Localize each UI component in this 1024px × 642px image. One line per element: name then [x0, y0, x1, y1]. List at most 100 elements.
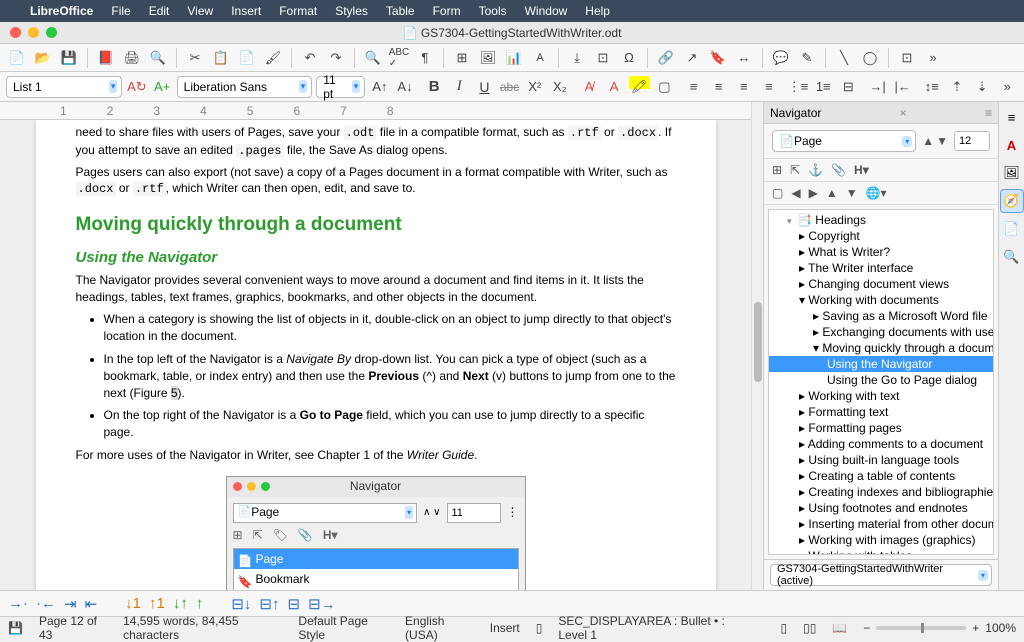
copy-icon[interactable]: 📋 [210, 47, 232, 69]
italic-button[interactable]: I [449, 76, 470, 98]
content-view-icon[interactable]: ⊞ [772, 163, 782, 177]
menu-view[interactable]: View [187, 4, 213, 18]
menu-help[interactable]: Help [585, 4, 610, 18]
comment-icon[interactable]: 💬 [770, 47, 792, 69]
document-page[interactable]: need to share files with users of Pages,… [36, 120, 716, 590]
tree-node[interactable]: ▸ Creating a table of contents [769, 468, 993, 484]
zoom-slider[interactable] [876, 626, 966, 630]
bullet-down-icon[interactable]: ↓↑ [173, 595, 188, 612]
menu-tools[interactable]: Tools [479, 4, 507, 18]
numbering-icon[interactable]: 1≡ [813, 76, 834, 98]
indent-inc-icon[interactable]: →| [867, 76, 888, 98]
align-justify-icon[interactable]: ≡ [758, 76, 779, 98]
scrollbar[interactable] [751, 102, 763, 590]
promote-chapter-icon[interactable]: ◀ [791, 186, 800, 200]
status-insert[interactable]: Insert [490, 621, 520, 635]
tree-node[interactable]: ▸ Using footnotes and endnotes [769, 500, 993, 516]
status-page[interactable]: Page 12 of 43 [39, 614, 107, 642]
zoom-out-icon[interactable]: − [863, 621, 870, 635]
line-icon[interactable]: ╲ [833, 47, 855, 69]
panel-menu-icon[interactable]: ≡ [979, 106, 992, 120]
nav-next-icon[interactable]: ▼ [936, 134, 948, 148]
reminder-icon[interactable]: 📎 [831, 163, 846, 177]
redo-icon[interactable]: ↷ [325, 47, 347, 69]
char-bg-icon[interactable]: ▢ [654, 76, 675, 98]
clear-format-icon[interactable]: A̸ [578, 76, 599, 98]
tree-node[interactable]: ▸ Adding comments to a document [769, 436, 993, 452]
horizontal-ruler[interactable]: 12345678 [0, 102, 751, 120]
insert-field-icon[interactable]: ⊡ [592, 47, 614, 69]
tree-node[interactable]: ▸ Changing document views [769, 276, 993, 292]
new-icon[interactable]: 📄 [6, 47, 28, 69]
clone-format-icon[interactable]: 🖌 [262, 47, 284, 69]
line-spacing-icon[interactable]: ↕≡ [921, 76, 942, 98]
panel-close-icon[interactable]: × [894, 106, 907, 120]
app-name[interactable]: LibreOffice [30, 4, 93, 18]
indent-dec-icon[interactable]: |← [892, 76, 913, 98]
superscript-button[interactable]: X² [524, 76, 545, 98]
highlight-icon[interactable]: 🖍 [629, 76, 650, 98]
tree-node[interactable]: Using the Navigator [769, 356, 993, 372]
shapes-icon[interactable]: ◯ [859, 47, 881, 69]
special-char-icon[interactable]: Ω [618, 47, 640, 69]
cut-icon[interactable]: ✂ [184, 47, 206, 69]
underline-button[interactable]: U [474, 76, 495, 98]
align-center-icon[interactable]: ≡ [708, 76, 729, 98]
move-item-up-icon[interactable]: ⊟↑ [259, 595, 279, 613]
tree-node[interactable]: ▸ Working with tables [769, 548, 993, 555]
menu-insert[interactable]: Insert [231, 4, 261, 18]
status-words[interactable]: 14,595 words, 84,455 characters [123, 614, 282, 642]
menu-file[interactable]: File [111, 4, 130, 18]
tab-gallery[interactable]: 🖼 [1001, 162, 1023, 184]
bullets-icon[interactable]: ⋮≡ [788, 76, 809, 98]
open-icon[interactable]: 📂 [32, 47, 54, 69]
tab-properties[interactable]: ≡ [1001, 106, 1023, 128]
anchor-icon[interactable]: ⚓ [808, 163, 823, 177]
hyperlink-icon[interactable]: 🔗 [655, 47, 677, 69]
align-right-icon[interactable]: ≡ [733, 76, 754, 98]
tree-node[interactable]: ▾ Moving quickly through a documen [769, 340, 993, 356]
menu-table[interactable]: Table [386, 4, 415, 18]
list-box-icon[interactable]: ▢ [772, 186, 783, 200]
close-icon[interactable] [10, 27, 21, 38]
drag-mode-icon[interactable]: 🌐▾ [866, 186, 887, 200]
show-draw-icon[interactable]: ⊡ [896, 47, 918, 69]
export-pdf-icon[interactable]: 📕 [95, 47, 117, 69]
align-left-icon[interactable]: ≡ [683, 76, 704, 98]
overflow-icon[interactable]: » [922, 47, 944, 69]
restart-numbering-icon[interactable]: ↓1 [125, 595, 141, 612]
number-up-icon[interactable]: ↑1 [149, 595, 165, 612]
view-book-icon[interactable]: 📖 [832, 621, 847, 635]
cross-ref-icon[interactable]: ↔ [733, 47, 755, 69]
tree-node[interactable]: ▸ What is Writer? [769, 244, 993, 260]
outline-icon[interactable]: ⊟ [838, 76, 859, 98]
zoom-level[interactable]: 100% [985, 621, 1016, 635]
heading-levels-icon[interactable]: H▾ [854, 163, 869, 177]
font-color-icon[interactable]: A [604, 76, 625, 98]
paste-icon[interactable]: 📄 [236, 47, 258, 69]
back-one-icon[interactable]: ·← [36, 595, 56, 612]
to-end-icon[interactable]: ⇥ [64, 595, 77, 613]
new-style-icon[interactable]: A+ [152, 76, 173, 98]
tab-styles[interactable]: A [1001, 134, 1023, 156]
update-style-icon[interactable]: A↻ [126, 76, 147, 98]
bookmark-icon[interactable]: 🔖 [707, 47, 729, 69]
tree-node[interactable]: ▸ Working with images (graphics) [769, 532, 993, 548]
tree-node[interactable]: ▸ Copyright [769, 228, 993, 244]
print-icon[interactable]: 🖨 [121, 47, 143, 69]
navigate-by-combo[interactable]: 📄 Page [772, 130, 916, 152]
goto-page-input[interactable] [954, 131, 990, 151]
minimize-icon[interactable] [28, 27, 39, 38]
no-list-icon[interactable]: ⊟ [288, 595, 301, 613]
insert-chart-icon[interactable]: 📊 [503, 47, 525, 69]
decrease-size-icon[interactable]: A↓ [394, 76, 415, 98]
tree-node[interactable]: ▸ Formatting text [769, 404, 993, 420]
move-down-icon[interactable]: ▼ [846, 186, 858, 200]
para-spacing-inc-icon[interactable]: ⇡ [946, 76, 967, 98]
view-single-icon[interactable]: ▯ [780, 621, 787, 635]
demote-chapter-icon[interactable]: ▶ [809, 186, 818, 200]
tree-node[interactable]: ▸ Working with text [769, 388, 993, 404]
increase-size-icon[interactable]: A↑ [369, 76, 390, 98]
status-lang[interactable]: English (USA) [405, 614, 474, 642]
tree-node[interactable]: ▸ Saving as a Microsoft Word file [769, 308, 993, 324]
